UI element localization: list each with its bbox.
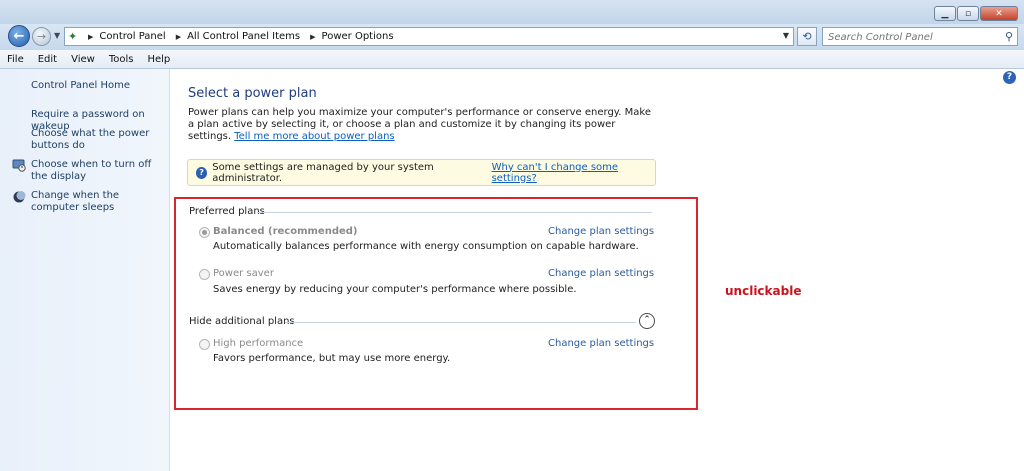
window-controls: ▁ ▫ ✕ — [933, 6, 1018, 21]
power-buttons-link[interactable]: Choose what the power buttons do — [31, 128, 167, 152]
refresh-button[interactable]: ⟲ — [797, 27, 817, 46]
turn-off-display-link[interactable]: Choose when to turn off the display — [31, 159, 167, 183]
address-dropdown-icon[interactable]: ▼ — [783, 31, 789, 40]
menu-help[interactable]: Help — [140, 54, 177, 65]
forward-arrow-icon: → — [36, 30, 47, 43]
annotation-highlight-box — [174, 197, 698, 410]
page-title: Select a power plan — [188, 86, 317, 101]
computer-sleeps-link[interactable]: Change when the computer sleeps — [31, 190, 167, 214]
chevron-down-icon: ▼ — [54, 31, 61, 40]
forward-button[interactable]: → — [32, 27, 51, 46]
title-bar: ▁ ▫ ✕ — [0, 0, 1024, 24]
recent-pages-dropdown[interactable]: ▼ — [54, 31, 60, 40]
search-icon[interactable]: ⚲ — [1005, 30, 1013, 43]
admin-notice: ? Some settings are managed by your syst… — [187, 159, 656, 186]
close-button[interactable]: ✕ — [980, 6, 1018, 21]
back-arrow-icon: ← — [13, 29, 25, 44]
breadcrumb-arrow-icon[interactable]: ▶ — [88, 33, 93, 41]
maximize-icon: ▫ — [964, 9, 972, 19]
refresh-icon: ⟲ — [802, 30, 812, 43]
breadcrumb-arrow-icon[interactable]: ▶ — [310, 33, 315, 41]
menu-view[interactable]: View — [64, 54, 102, 65]
control-panel-icon: ✦ — [68, 29, 78, 43]
maximize-button[interactable]: ▫ — [957, 6, 979, 21]
navigation-bar: ← → ▼ ✦ ▶ Control Panel ▶ All Control Pa… — [0, 24, 1024, 50]
why-cant-change-link[interactable]: Why can't I change some settings? — [492, 162, 655, 184]
minimize-button[interactable]: ▁ — [934, 6, 956, 21]
info-question-icon: ? — [196, 166, 208, 179]
breadcrumb-arrow-icon[interactable]: ▶ — [176, 33, 181, 41]
search-box: ⚲ — [822, 27, 1018, 46]
minimize-icon: ▁ — [941, 9, 949, 19]
task-pane: Control Panel Home Require a password on… — [0, 69, 170, 471]
menu-edit[interactable]: Edit — [31, 54, 64, 65]
intro-text: Power plans can help you maximize your c… — [188, 107, 658, 143]
display-timer-icon — [12, 159, 26, 172]
menu-file[interactable]: File — [0, 54, 31, 65]
notice-text: Some settings are managed by your system… — [212, 161, 434, 184]
help-icon: ? — [1006, 72, 1013, 82]
control-panel-home-link[interactable]: Control Panel Home — [31, 80, 167, 92]
breadcrumb-power-options[interactable]: Power Options — [322, 31, 394, 42]
address-bar[interactable]: ✦ ▶ Control Panel ▶ All Control Panel It… — [64, 27, 794, 46]
breadcrumb-all-items[interactable]: All Control Panel Items — [187, 31, 300, 42]
help-button[interactable]: ? — [1003, 71, 1016, 84]
close-icon: ✕ — [995, 9, 1003, 19]
menu-tools[interactable]: Tools — [102, 54, 141, 65]
tell-me-more-link[interactable]: Tell me more about power plans — [234, 131, 394, 142]
menu-bar: File Edit View Tools Help — [0, 50, 1024, 69]
search-input[interactable] — [823, 29, 998, 45]
annotation-label: unclickable — [725, 284, 802, 298]
back-button[interactable]: ← — [8, 25, 30, 47]
sleep-moon-icon — [13, 191, 26, 203]
breadcrumb-control-panel[interactable]: Control Panel — [99, 31, 165, 42]
